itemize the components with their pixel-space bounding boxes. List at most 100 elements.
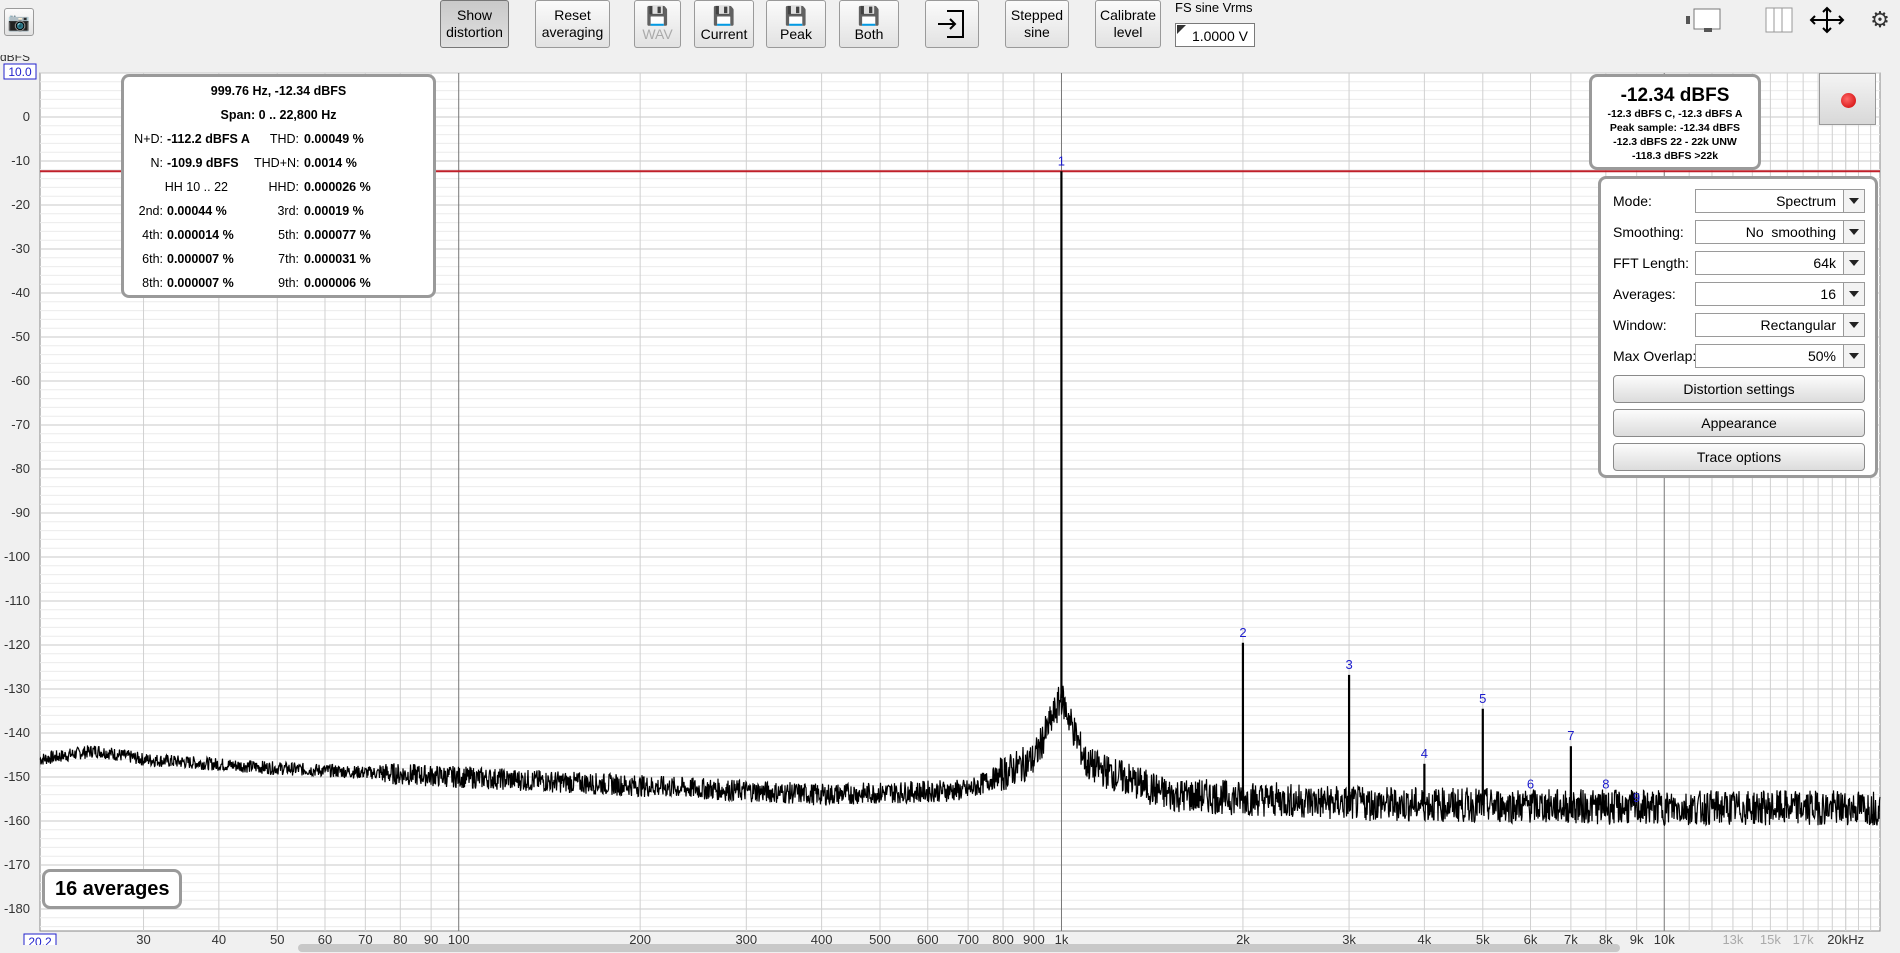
x-tick-label: 13k <box>1722 932 1743 945</box>
distortion-key-2: 9th: <box>278 276 299 290</box>
harmonic-label: 5 <box>1479 691 1486 706</box>
distortion-value-1: 0.000007 % <box>167 276 234 290</box>
averages-select[interactable]: 16 <box>1695 282 1865 306</box>
corner-marker-icon <box>1177 25 1186 34</box>
y-tick-label: -160 <box>4 813 30 828</box>
x-tick-label: 20kHz <box>1827 932 1864 945</box>
window-select[interactable]: Rectangular <box>1695 313 1865 337</box>
smoothing-row: Smoothing: No smoothing <box>1611 220 1869 246</box>
distortion-key-1: N: <box>150 156 164 170</box>
save-icon: 💾 <box>784 5 808 26</box>
distortion-key-1: N+D: <box>134 132 163 146</box>
max-overlap-select[interactable]: 50% <box>1695 344 1865 368</box>
distortion-value-2: 0.00019 % <box>304 204 364 218</box>
distortion-row: 8th: 0.000007 % 9th: 0.000006 % <box>124 276 433 296</box>
stepped-sine-button[interactable]: Stepped sine <box>1005 0 1069 48</box>
y-tick-label: -70 <box>11 417 30 432</box>
harmonic-label: 3 <box>1345 657 1352 672</box>
averages-label: Averages: <box>1613 286 1676 302</box>
level-line-1: -12.3 dBFS C, -12.3 dBFS A <box>1607 108 1743 120</box>
import-icon <box>938 10 964 38</box>
chevron-down-icon[interactable] <box>1843 345 1864 367</box>
chevron-down-icon[interactable] <box>1843 252 1864 274</box>
save-peak-button[interactable]: 💾 Peak <box>766 0 826 48</box>
averages-row: Averages: 16 <box>1611 282 1869 308</box>
distortion-settings-button[interactable]: Distortion settings <box>1613 375 1865 403</box>
distortion-value-1: -109.9 dBFS <box>167 156 239 170</box>
y-tick-label: -180 <box>4 901 30 916</box>
smoothing-value: No smoothing <box>1745 224 1836 240</box>
smoothing-select[interactable]: No smoothing <box>1695 220 1865 244</box>
fs-sine-label: FS sine Vrms <box>1175 0 1253 15</box>
y-top-label: 10.0 <box>8 65 32 79</box>
calibrate-level-button[interactable]: Calibrate level <box>1095 0 1161 48</box>
level-line-2: Peak sample: -12.34 dBFS <box>1609 122 1741 134</box>
record-button[interactable] <box>1819 73 1876 125</box>
distortion-span: Span: 0 .. 22,800 Hz <box>220 108 337 122</box>
gear-icon[interactable]: ⚙ <box>1864 6 1896 34</box>
distortion-key-2: HHD: <box>268 180 299 194</box>
fft-length-select[interactable]: 64k <box>1695 251 1865 275</box>
reset-averaging-button[interactable]: Reset averaging <box>535 0 610 48</box>
distortion-row: N: -109.9 dBFS THD+N: 0.0014 % <box>124 156 433 176</box>
y-tick-label: -150 <box>4 769 30 784</box>
mode-row: Mode: Spectrum <box>1611 189 1869 215</box>
x-tick-label: 40 <box>212 932 226 945</box>
harmonic-label: 7 <box>1567 728 1574 743</box>
x-tick-label: 15k <box>1760 932 1781 945</box>
wav-button[interactable]: 💾 WAV <box>634 0 681 48</box>
distortion-value-1: -112.2 dBFS A <box>167 132 250 146</box>
distortion-key-2: THD+N: <box>254 156 300 170</box>
camera-button[interactable]: 📷 <box>4 8 34 36</box>
show-distortion-button[interactable]: Show distortion <box>440 0 509 48</box>
fs-sine-value: 1.0000 V <box>1191 28 1248 44</box>
distortion-value-1: 0.000014 % <box>167 228 234 242</box>
y-tick-label: -80 <box>11 461 30 476</box>
mode-value: Spectrum <box>1776 193 1836 209</box>
mode-select[interactable]: Spectrum <box>1695 189 1865 213</box>
x-tick-label: 10k <box>1654 932 1675 945</box>
chevron-down-icon[interactable] <box>1843 190 1864 212</box>
y-tick-label: -110 <box>5 593 30 608</box>
reset-averaging-label: Reset averaging <box>541 7 604 40</box>
distortion-value-2: 0.000026 % <box>304 180 371 194</box>
save-current-button[interactable]: 💾 Current <box>694 0 754 48</box>
chevron-down-icon[interactable] <box>1843 314 1864 336</box>
appearance-button[interactable]: Appearance <box>1613 409 1865 437</box>
fs-sine-input[interactable]: 1.0000 V <box>1175 23 1255 47</box>
camera-icon: 📷 <box>7 12 31 32</box>
fit-all-icon[interactable] <box>1805 6 1849 34</box>
y-tick-label: 0 <box>23 109 30 124</box>
stepped-sine-label: Stepped sine <box>1010 7 1064 40</box>
y-tick-label: -10 <box>11 153 30 168</box>
window-value: Rectangular <box>1760 317 1837 333</box>
fft-length-row: FFT Length: 64k <box>1611 251 1869 277</box>
distortion-key-2: 3rd: <box>277 204 299 218</box>
chevron-down-icon[interactable] <box>1843 283 1864 305</box>
trace-options-button[interactable]: Trace options <box>1613 443 1865 471</box>
save-both-button[interactable]: 💾 Both <box>839 0 899 48</box>
chevron-down-icon[interactable] <box>1843 221 1864 243</box>
y-tick-label: -90 <box>11 505 30 520</box>
harmonic-label: 4 <box>1421 746 1428 761</box>
y-tick-label: -20 <box>11 197 30 212</box>
y-tick-label: -130 <box>4 681 30 696</box>
save-icon: 💾 <box>646 5 669 26</box>
analyser-controls-panel: Mode: Spectrum Smoothing: No smoothing F… <box>1598 176 1878 478</box>
averages-count-box: 16 averages <box>42 869 182 909</box>
show-distortion-label: Show distortion <box>446 7 503 40</box>
import-button[interactable] <box>925 0 979 48</box>
distortion-key-1: HH 10 .. 22 <box>164 180 228 194</box>
distortion-value-2: 0.000031 % <box>304 252 371 266</box>
y-tick-label: -50 <box>11 329 30 344</box>
fft-length-label: FFT Length: <box>1613 255 1690 271</box>
layout-columns-icon[interactable] <box>1764 6 1794 34</box>
harmonic-label: 9 <box>1633 790 1640 805</box>
horizontal-scrollbar[interactable] <box>298 944 1620 952</box>
distortion-key-2: THD: <box>269 132 299 146</box>
y-tick-label: -60 <box>11 373 30 388</box>
level-main: -12.34 dBFS <box>1620 85 1730 106</box>
harmonic-label: 1 <box>1058 153 1065 168</box>
layout-single-icon[interactable] <box>1684 6 1732 34</box>
distortion-value-2: 0.0014 % <box>304 156 357 170</box>
